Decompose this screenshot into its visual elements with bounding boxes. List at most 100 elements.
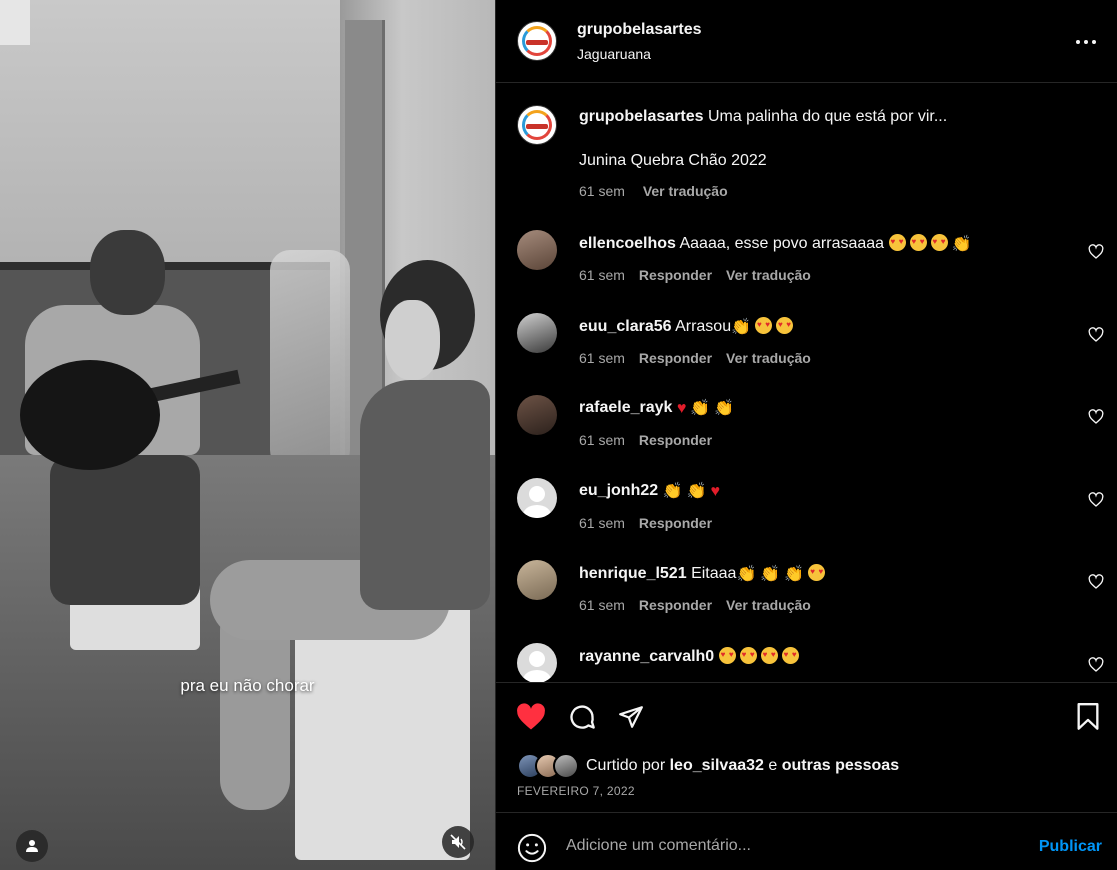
clap-emoji: 👏 (784, 566, 805, 583)
commenter-username[interactable]: ellencoelhos (579, 235, 676, 252)
guitar-body (20, 360, 160, 470)
commenter-username[interactable]: henrique_l521 (579, 565, 687, 582)
comment-item: euu_clara56 Arrasou👏 61 sem Responder Ver … (496, 313, 1117, 393)
liked-prefix: Curtido por (586, 757, 666, 774)
like-button[interactable] (515, 701, 547, 733)
red-heart-emoji: ♥ (676, 400, 687, 417)
commenter-avatar[interactable] (517, 313, 557, 353)
liked-others-link[interactable]: outras pessoas (782, 757, 899, 774)
comment-like-icon[interactable] (1088, 492, 1104, 508)
translate-link[interactable]: Ver tradução (726, 597, 811, 613)
guitarist-legs (50, 455, 200, 605)
commenter-avatar[interactable] (517, 230, 557, 270)
reply-link[interactable]: Responder (639, 350, 712, 366)
caption-body: Uma palinha do que está por vir... (707, 108, 948, 125)
heart-eyes-emoji (718, 647, 736, 664)
comment-like-icon[interactable] (1088, 574, 1104, 590)
translate-link[interactable]: Ver tradução (726, 350, 811, 366)
comment-item: ellencoelhos Aaaaa, esse povo arrasaaaa … (496, 230, 1117, 310)
comment-emojis: ♥ 👏 👏 (676, 399, 738, 417)
comment-emojis (718, 647, 803, 665)
reply-link[interactable]: Responder (639, 515, 712, 531)
comment-body: Eitaaa (691, 565, 737, 582)
caption-username[interactable]: grupobelasartes (579, 108, 703, 125)
comment-text: eu_jonh22 👏 👏 ♥ (579, 482, 724, 500)
more-options-button[interactable] (1074, 30, 1098, 54)
post-actions: Curtido por leo_silvaa32 e outras pessoa… (496, 682, 1117, 812)
comment-like-icon[interactable] (1088, 657, 1104, 673)
comment-body: Aaaaa, esse povo arrasaaaa (679, 235, 885, 252)
commenter-avatar[interactable] (517, 478, 557, 518)
bookmark-icon (1077, 703, 1099, 730)
emoji-picker-button[interactable] (517, 833, 547, 863)
heart-eyes-emoji (760, 647, 778, 664)
commenter-username[interactable]: rafaele_rayk (579, 399, 672, 416)
comment-time: 61 sem (579, 597, 625, 613)
translate-link[interactable]: Ver tradução (726, 267, 811, 283)
share-button[interactable] (615, 701, 647, 733)
liked-by-avatars[interactable] (517, 753, 579, 779)
comment-button[interactable] (566, 701, 598, 733)
comment-time: 61 sem (579, 350, 625, 366)
liked-user-link[interactable]: leo_silvaa32 (670, 757, 764, 774)
heart-eyes-emoji (755, 317, 773, 334)
caption-second-line: Junina Quebra Chão 2022 (579, 152, 767, 169)
comment-time: 61 sem (579, 432, 625, 448)
singer-torso (360, 380, 490, 610)
logo-bar (526, 124, 548, 129)
commenter-avatar[interactable] (517, 395, 557, 435)
volume-muted-icon (450, 834, 466, 850)
comment-like-icon[interactable] (1088, 409, 1104, 425)
clap-emoji: 👏 (686, 483, 707, 500)
caption-author-avatar[interactable] (517, 105, 557, 145)
comment-item: eu_jonh22 👏 👏 ♥ 61 sem Responder (496, 478, 1117, 558)
commenter-avatar[interactable] (517, 560, 557, 600)
comment-item: rafaele_rayk ♥ 👏 👏 61 sem Responder (496, 395, 1117, 475)
commenter-avatar[interactable] (517, 643, 557, 682)
singer-face (385, 300, 440, 380)
clap-emoji: 👏 (714, 400, 735, 417)
clap-emoji: 👏 (731, 319, 752, 336)
red-heart-emoji: ♥ (710, 483, 720, 500)
reply-link[interactable]: Responder (639, 267, 712, 283)
mute-toggle-button[interactable] (442, 826, 474, 858)
air-conditioner (0, 0, 30, 45)
comment-meta: 61 sem Responder Ver tradução (579, 267, 825, 283)
post-date[interactable]: FEVEREIRO 7, 2022 (517, 784, 635, 798)
author-avatar[interactable] (517, 21, 557, 61)
comment-text: rayanne_carvalh0 (579, 647, 803, 666)
comment-like-icon[interactable] (1088, 244, 1104, 260)
comment-body: Arrasou (675, 318, 732, 335)
caption-translate-link[interactable]: Ver tradução (643, 183, 728, 199)
post-location[interactable]: Jaguaruana (577, 46, 651, 62)
heart-eyes-emoji (930, 234, 948, 251)
commenter-username[interactable]: rayanne_carvalh0 (579, 648, 714, 665)
comment-text: rafaele_rayk ♥ 👏 👏 (579, 399, 738, 417)
user-tag-icon (26, 840, 38, 852)
comment-composer: Publicar (496, 812, 1117, 870)
comment-input[interactable] (566, 837, 1016, 855)
caption-time: 61 sem (579, 183, 625, 199)
reply-link[interactable]: Responder (639, 432, 712, 448)
heart-eyes-emoji (909, 234, 927, 251)
save-button[interactable] (1072, 701, 1104, 733)
tagged-users-button[interactable] (16, 830, 48, 862)
comment-text: euu_clara56 Arrasou👏 (579, 317, 797, 336)
more-dots-icon (1076, 40, 1096, 44)
publish-button[interactable]: Publicar (1039, 838, 1102, 856)
heart-eyes-emoji (776, 317, 794, 334)
reply-link[interactable]: Responder (639, 597, 712, 613)
liked-by-text: Curtido por leo_silvaa32 e outras pessoa… (586, 757, 899, 775)
author-username[interactable]: grupobelasartes (577, 21, 701, 39)
comment-emojis: 👏 👏 👏 (736, 564, 829, 583)
comment-like-icon[interactable] (1088, 327, 1104, 343)
liker-avatar (553, 753, 579, 779)
video-subtitle: pra eu não chorar (180, 676, 315, 695)
commenter-username[interactable]: euu_clara56 (579, 318, 672, 335)
guitarist-figure (20, 230, 241, 650)
commenter-username[interactable]: eu_jonh22 (579, 482, 658, 499)
post-video[interactable]: pra eu não chorar (0, 0, 495, 870)
comment-text: henrique_l521 Eitaaa👏 👏 👏 (579, 564, 829, 583)
logo-bar (526, 40, 548, 45)
comments-list[interactable]: grupobelasartes Uma palinha do que está … (496, 84, 1117, 682)
